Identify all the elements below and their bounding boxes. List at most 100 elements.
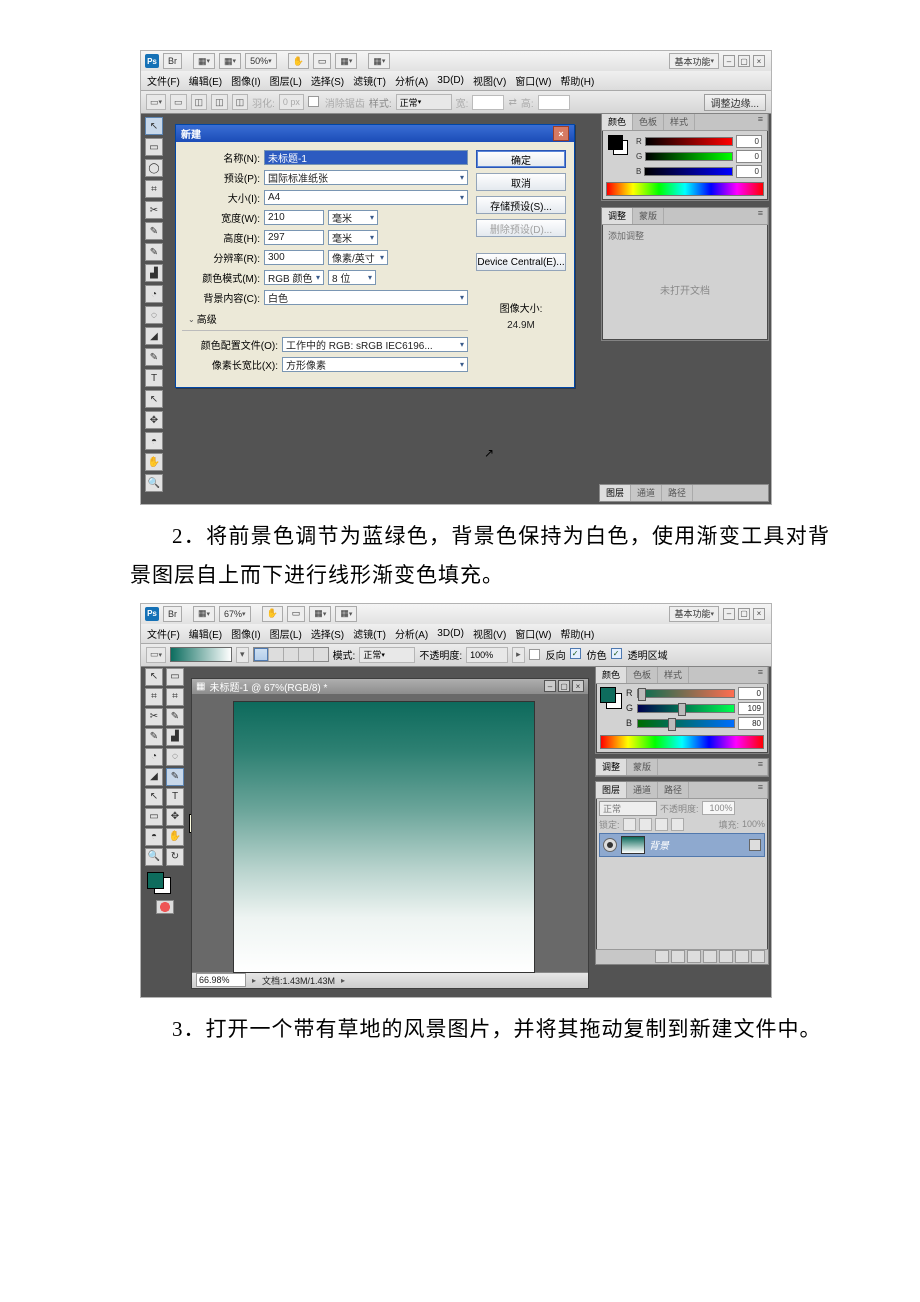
zoom-tool-icon[interactable]: ↻	[166, 848, 184, 866]
style-select[interactable]: 正常	[396, 94, 452, 110]
swap-icon[interactable]: ⇄	[508, 97, 516, 108]
b-value[interactable]: 0	[736, 165, 762, 178]
b-slider[interactable]	[644, 167, 733, 176]
close-icon[interactable]: ×	[753, 55, 765, 67]
menu-analysis[interactable]: 分析(A)	[395, 626, 428, 641]
menu-3d[interactable]: 3D(D)	[437, 75, 464, 86]
tab-mask[interactable]: 蒙版	[627, 759, 658, 775]
b-value[interactable]: 80	[738, 717, 764, 730]
document-title-bar[interactable]: ▦ 未标题-1 @ 67%(RGB/8) * – ▢ ×	[192, 679, 588, 694]
transparency-checkbox[interactable]	[611, 649, 624, 660]
marquee-tool-icon[interactable]: ▭	[166, 668, 184, 686]
tab-mask[interactable]: 蒙版	[633, 208, 664, 224]
ok-button[interactable]: 确定	[476, 150, 566, 168]
fill-value[interactable]: 100%	[742, 819, 765, 829]
reflected-gradient-icon[interactable]	[298, 648, 313, 661]
preset-select[interactable]: 国际标准纸张	[264, 170, 468, 185]
canvas-area[interactable]	[192, 694, 588, 972]
anti-alias-checkbox[interactable]	[308, 96, 321, 107]
eraser-tool-icon[interactable]: ◢	[145, 768, 163, 786]
foreground-swatch[interactable]	[147, 872, 164, 889]
zoom-input[interactable]: 66.98%	[196, 973, 246, 987]
foreground-background-swatches[interactable]	[147, 872, 171, 894]
stamp-tool-icon[interactable]: ▟	[145, 264, 163, 282]
path-select-icon[interactable]: ▭	[145, 808, 163, 826]
crop-tool-icon[interactable]: ✂	[145, 708, 163, 726]
menu-select[interactable]: 选择(S)	[311, 73, 344, 88]
layer-mask-icon[interactable]	[687, 950, 701, 963]
opacity-arrow-icon[interactable]: ▸	[512, 647, 525, 663]
radial-gradient-icon[interactable]	[268, 648, 283, 661]
tab-paths[interactable]: 路径	[662, 485, 693, 501]
name-input[interactable]: 未标题-1	[264, 150, 468, 165]
blur-tool-icon[interactable]: ✎	[145, 348, 163, 366]
tab-adjust[interactable]: 调整	[602, 208, 633, 224]
layer-thumbnail[interactable]	[621, 836, 645, 854]
move-tool-icon[interactable]: ↖	[145, 668, 163, 686]
dialog-title-bar[interactable]: 新建 ×	[176, 125, 574, 142]
g-slider[interactable]	[637, 704, 735, 713]
history-brush-icon[interactable]: ◔	[145, 285, 163, 303]
type-tool-icon[interactable]: T	[166, 788, 184, 806]
document-canvas[interactable]	[234, 702, 534, 972]
r-slider[interactable]	[645, 137, 733, 146]
lasso-tool-icon[interactable]: ◯	[145, 159, 163, 177]
marquee-variant-1[interactable]: ▭	[170, 94, 187, 110]
advanced-section-header[interactable]: ⌄高级	[188, 311, 468, 326]
zoom-menu-icon[interactable]: ▸	[252, 976, 256, 985]
doc-close-icon[interactable]: ×	[572, 680, 584, 692]
new-layer-icon[interactable]	[735, 950, 749, 963]
workspace-switcher[interactable]: 基本功能	[669, 606, 719, 622]
panel-menu-icon[interactable]: ≡	[754, 114, 768, 130]
tab-color[interactable]: 颜色	[602, 114, 633, 130]
color-spectrum[interactable]	[606, 182, 764, 196]
menu-view[interactable]: 视图(V)	[473, 626, 506, 641]
bits-select[interactable]: 8 位	[328, 270, 376, 285]
blend-mode-select[interactable]: 正常	[599, 801, 657, 816]
layer-row-background[interactable]: 背景	[599, 833, 765, 857]
3d-orbit-icon[interactable]: ✋	[166, 828, 184, 846]
healing-tool-icon[interactable]: ✎	[145, 728, 163, 746]
menu-edit[interactable]: 编辑(E)	[189, 73, 222, 88]
resolution-input[interactable]: 300	[264, 250, 324, 265]
tab-layers[interactable]: 图层	[600, 485, 631, 501]
hand-tool-icon[interactable]: ✋	[145, 453, 163, 471]
link-layers-icon[interactable]	[655, 950, 669, 963]
eraser-tool-icon[interactable]: ◌	[145, 306, 163, 324]
device-central-button[interactable]: Device Central(E)...	[476, 253, 566, 271]
menu-help[interactable]: 帮助(H)	[560, 73, 594, 88]
zoom-tool-icon[interactable]: 🔍	[145, 474, 163, 492]
path-select-icon[interactable]: ↖	[145, 390, 163, 408]
type-tool-icon[interactable]: T	[145, 369, 163, 387]
3d-tool-icon[interactable]: ◓	[145, 432, 163, 450]
bridge-button[interactable]: Br	[163, 53, 182, 69]
hand-tool-shortcut[interactable]: ✋	[262, 606, 283, 622]
b-slider[interactable]	[637, 719, 735, 728]
layer-opacity-value[interactable]: 100%	[702, 801, 735, 815]
layer-fx-icon[interactable]	[671, 950, 685, 963]
opacity-input[interactable]: 100%	[466, 647, 508, 663]
marquee-variant-3[interactable]: ◫	[211, 94, 228, 110]
arrange-docs[interactable]: ▦	[193, 606, 215, 622]
tab-adjust[interactable]: 调整	[596, 759, 627, 775]
healing-tool-icon[interactable]: ✎	[145, 222, 163, 240]
tab-swatches[interactable]: 色板	[627, 667, 658, 683]
width-input[interactable]	[472, 95, 504, 110]
gradient-picker-arrow[interactable]: ▾	[236, 647, 249, 663]
status-menu-icon[interactable]: ▸	[341, 976, 345, 985]
linear-gradient-icon[interactable]	[254, 648, 268, 661]
bg-contents-select[interactable]: 白色	[264, 290, 468, 305]
menu-analysis[interactable]: 分析(A)	[395, 73, 428, 88]
eyedropper-tool-icon[interactable]: ✂	[145, 201, 163, 219]
refine-edge-button[interactable]: 调整边缘...	[704, 94, 766, 111]
arrange-docs[interactable]: ▦	[193, 53, 215, 69]
menu-window[interactable]: 窗口(W)	[515, 73, 551, 88]
menu-filter[interactable]: 滤镜(T)	[353, 73, 386, 88]
tab-layers[interactable]: 图层	[596, 782, 627, 798]
lasso-tool-icon[interactable]: ⌗	[145, 688, 163, 706]
lock-pixels-icon[interactable]	[639, 818, 652, 831]
foreground-swatch[interactable]	[608, 135, 623, 150]
mode-select[interactable]: 正常	[359, 647, 415, 663]
marquee-variant-4[interactable]: ◫	[232, 94, 249, 110]
doc-height-input[interactable]: 297	[264, 230, 324, 245]
